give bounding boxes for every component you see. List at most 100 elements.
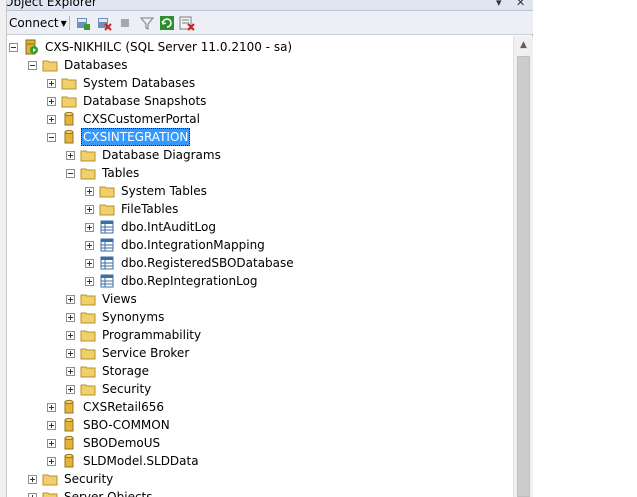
pin-icon[interactable]: ▾: [496, 0, 502, 9]
expand-toggle[interactable]: [47, 438, 56, 448]
tree-label: Storage: [102, 364, 149, 378]
tree-label: Database Diagrams: [102, 148, 221, 162]
tree-label: dbo.RepIntegrationLog: [121, 274, 258, 288]
expand-toggle[interactable]: [85, 186, 94, 196]
tree-label: CXSCustomerPortal: [83, 112, 200, 126]
server-icon: [23, 39, 39, 55]
tree-node-service-broker[interactable]: Service Broker: [66, 344, 191, 362]
database-icon: [61, 435, 77, 451]
tree-node-table[interactable]: dbo.IntAuditLog: [85, 218, 218, 236]
panel-title: Object Explorer: [7, 0, 97, 9]
tree-label: Synonyms: [102, 310, 165, 324]
tree-node-security-database[interactable]: Security: [66, 380, 153, 398]
expand-toggle[interactable]: [28, 492, 37, 497]
tree-node-table[interactable]: dbo.RegisteredSBODatabase: [85, 254, 296, 272]
tree-node-databases[interactable]: Databases: [28, 56, 130, 74]
tree-label: Tables: [102, 166, 140, 180]
table-icon: [99, 255, 115, 271]
expand-toggle[interactable]: [47, 78, 56, 88]
tree-node-views[interactable]: Views: [66, 290, 139, 308]
database-icon: [61, 453, 77, 469]
object-explorer-tree[interactable]: CXS-NIKHILC (SQL Server 11.0.2100 - sa) …: [7, 36, 513, 497]
panel-toolbar: Connect ▼: [7, 11, 533, 35]
tree-node-server-objects[interactable]: Server Objects: [28, 488, 155, 497]
connect-object-explorer-icon[interactable]: [75, 15, 91, 31]
scrollbar-thumb[interactable]: [517, 56, 530, 497]
tree-node-cxsintegration[interactable]: CXSINTEGRATION: [47, 128, 191, 146]
disconnect-icon[interactable]: [96, 15, 112, 31]
object-explorer-panel: Object Explorer ▾ ✕ Connect ▼ CXS-NIKHIL…: [7, 0, 533, 497]
collapse-toggle[interactable]: [28, 60, 37, 70]
expand-toggle[interactable]: [66, 150, 75, 160]
refresh-icon[interactable]: [159, 15, 175, 31]
expand-toggle[interactable]: [66, 312, 75, 322]
tree-node-table[interactable]: dbo.IntegrationMapping: [85, 236, 267, 254]
tree-node-system-tables[interactable]: System Tables: [85, 182, 209, 200]
background-window-edge: [0, 0, 7, 497]
expand-toggle[interactable]: [47, 420, 56, 430]
tree-node-storage[interactable]: Storage: [66, 362, 151, 380]
folder-icon: [42, 489, 58, 497]
folder-icon: [61, 75, 77, 91]
expand-toggle[interactable]: [47, 402, 56, 412]
close-icon[interactable]: ✕: [516, 0, 525, 9]
folder-icon: [42, 471, 58, 487]
tree-node-sldmodel[interactable]: SLDModel.SLDData: [47, 452, 201, 470]
expand-toggle[interactable]: [66, 330, 75, 340]
tree-label: System Databases: [83, 76, 196, 90]
database-icon: [61, 417, 77, 433]
tree-node-security-server[interactable]: Security: [28, 470, 115, 488]
expand-toggle[interactable]: [85, 204, 94, 214]
tree-node-table[interactable]: dbo.RepIntegrationLog: [85, 272, 260, 290]
tree-label: dbo.IntegrationMapping: [121, 238, 265, 252]
summary-icon[interactable]: [179, 15, 195, 31]
collapse-toggle[interactable]: [9, 42, 18, 52]
tree-node-synonyms[interactable]: Synonyms: [66, 308, 166, 326]
connect-button[interactable]: Connect ▼: [7, 15, 69, 31]
tree-node-programmability[interactable]: Programmability: [66, 326, 203, 344]
collapse-toggle[interactable]: [47, 132, 56, 142]
expand-toggle[interactable]: [47, 96, 56, 106]
toolbar-separator: [69, 16, 70, 30]
tree-label: Security: [64, 472, 114, 486]
collapse-toggle[interactable]: [66, 168, 75, 178]
vertical-scrollbar[interactable]: ▲: [513, 36, 533, 497]
expand-toggle[interactable]: [85, 222, 94, 232]
expand-toggle[interactable]: [66, 366, 75, 376]
tree-node-database-diagrams[interactable]: Database Diagrams: [66, 146, 223, 164]
chevron-down-icon[interactable]: ▼: [61, 19, 67, 28]
tree-label: Service Broker: [102, 346, 190, 360]
folder-icon: [80, 291, 96, 307]
tree-node-sbodemous[interactable]: SBODemoUS: [47, 434, 162, 452]
expand-toggle[interactable]: [85, 276, 94, 286]
expand-toggle[interactable]: [66, 384, 75, 394]
filter-icon[interactable]: [139, 15, 155, 31]
tree-label-selected: CXSINTEGRATION: [81, 128, 191, 146]
expand-toggle[interactable]: [85, 240, 94, 250]
scroll-up-icon[interactable]: ▲: [514, 36, 533, 55]
tree-node-server[interactable]: CXS-NIKHILC (SQL Server 11.0.2100 - sa): [9, 38, 294, 56]
folder-icon: [80, 147, 96, 163]
stop-icon[interactable]: [117, 15, 133, 31]
expand-toggle[interactable]: [47, 114, 56, 124]
expand-toggle[interactable]: [66, 294, 75, 304]
connect-label: Connect: [9, 16, 59, 30]
tree-node-cxsretail656[interactable]: CXSRetail656: [47, 398, 166, 416]
tree-node-cxscustomerportal[interactable]: CXSCustomerPortal: [47, 110, 202, 128]
tree-node-system-databases[interactable]: System Databases: [47, 74, 197, 92]
expand-toggle[interactable]: [66, 348, 75, 358]
folder-icon: [99, 201, 115, 217]
expand-toggle[interactable]: [85, 258, 94, 268]
database-icon: [61, 399, 77, 415]
folder-icon: [61, 93, 77, 109]
expand-toggle[interactable]: [28, 474, 37, 484]
expand-toggle[interactable]: [47, 456, 56, 466]
tree-node-database-snapshots[interactable]: Database Snapshots: [47, 92, 208, 110]
tree-label: Databases: [64, 58, 128, 72]
tree-label: Views: [102, 292, 137, 306]
tree-label: CXSRetail656: [83, 400, 165, 414]
tree-node-tables[interactable]: Tables: [66, 164, 141, 182]
tree-node-filetables[interactable]: FileTables: [85, 200, 180, 218]
tree-node-sbo-common[interactable]: SBO-COMMON: [47, 416, 172, 434]
folder-icon: [80, 363, 96, 379]
